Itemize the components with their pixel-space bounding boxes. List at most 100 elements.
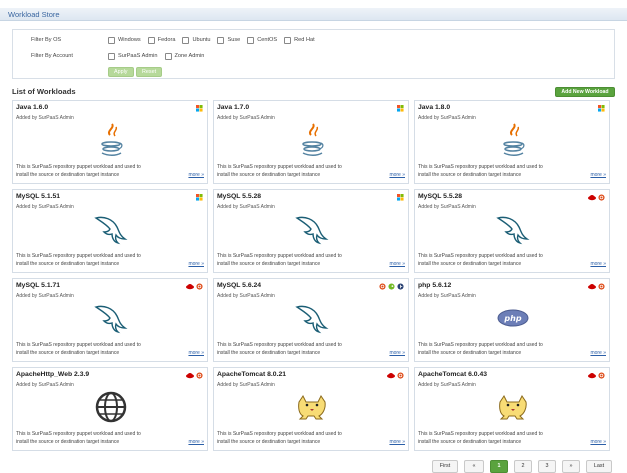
workload-added-by: Added by SurPaaS Admin <box>16 115 74 121</box>
more-link[interactable]: more » <box>590 350 606 356</box>
page-2-button[interactable]: 2 <box>514 460 532 473</box>
checkbox-label: Zone Admin <box>174 53 205 59</box>
os-icons <box>598 105 605 114</box>
ubuntu-icon <box>196 283 203 292</box>
more-link[interactable]: more » <box>389 172 405 178</box>
workload-added-by: Added by SurPaaS Admin <box>16 204 74 210</box>
redhat-icon <box>186 283 194 292</box>
first-page-button[interactable]: First <box>432 460 458 473</box>
more-link[interactable]: more » <box>590 439 606 445</box>
os-filter-option[interactable]: Ubuntu <box>182 36 210 44</box>
workload-card[interactable]: ApacheTomcat 8.0.21 Added by SurPaaS Admi… <box>213 367 409 451</box>
workload-card[interactable]: MySQL 5.1.71 Added by SurPaaS Admin This i… <box>12 278 208 362</box>
workload-description: This is SurPaaS repository puppet worklo… <box>418 252 578 268</box>
more-link[interactable]: more » <box>389 439 405 445</box>
checkbox[interactable] <box>108 52 115 60</box>
next-page-button[interactable]: » <box>562 460 580 473</box>
more-link[interactable]: more » <box>188 350 204 356</box>
svg-text:php: php <box>503 314 521 323</box>
workload-name: MySQL 5.5.28 <box>418 193 463 200</box>
workload-card[interactable]: Java 1.7.0 Added by SurPaaS Admin This is … <box>213 100 409 184</box>
description-line: This is SurPaaS repository puppet worklo… <box>418 342 543 348</box>
checkbox-label: CentOS <box>257 37 278 43</box>
workload-card[interactable]: ApacheTomcat 6.0.43 Added by SurPaaS Admi… <box>414 367 610 451</box>
checkbox-label: SurPaaS Admin <box>118 53 158 59</box>
more-link[interactable]: more » <box>188 172 204 178</box>
workload-added-by: Added by SurPaaS Admin <box>217 115 275 121</box>
workload-description: This is SurPaaS repository puppet worklo… <box>16 341 176 357</box>
checkbox[interactable] <box>147 36 155 44</box>
workload-description: This is SurPaaS repository puppet worklo… <box>16 163 176 179</box>
pagination: First « 1 2 3 » Last <box>432 460 612 473</box>
window-titlebar: Workload Store <box>0 8 627 21</box>
checkbox[interactable] <box>247 36 255 44</box>
checkbox[interactable] <box>217 36 225 44</box>
java-icon <box>91 121 131 159</box>
workload-name: MySQL 5.1.51 <box>16 193 61 200</box>
workload-added-by: Added by SurPaaS Admin <box>418 293 476 299</box>
os-filter-option[interactable]: CentOS <box>247 36 278 44</box>
os-options: Windows Fedora Ubuntu Suse CentOS Red Hat <box>108 36 315 44</box>
apply-button[interactable]: Apply <box>108 67 134 77</box>
os-filter-option[interactable]: Windows <box>108 36 141 44</box>
workload-added-by: Added by SurPaaS Admin <box>418 382 476 388</box>
more-link[interactable]: more » <box>590 172 606 178</box>
description-line: install the source or destination target… <box>217 172 321 178</box>
workload-card[interactable]: ApacheHttp_Web 2.3.9 Added by SurPaaS Adm… <box>12 367 208 451</box>
windows-icon <box>196 105 203 114</box>
prev-page-button[interactable]: « <box>464 460 484 473</box>
workload-card[interactable]: Java 1.8.0 Added by SurPaaS Admin This is … <box>414 100 610 184</box>
os-filter-option[interactable]: Suse <box>217 36 240 44</box>
description-line: install the source or destination target… <box>217 350 321 356</box>
last-page-button[interactable]: Last <box>586 460 612 473</box>
os-filter-option[interactable]: Fedora <box>147 36 175 44</box>
workload-card[interactable]: MySQL 5.6.24 Added by SurPaaS Admin This i… <box>213 278 409 362</box>
redhat-icon <box>387 372 395 381</box>
checkbox-label: Windows <box>118 37 141 43</box>
mysql-dolphin-icon <box>292 210 332 248</box>
checkbox[interactable] <box>284 36 292 44</box>
os-icons <box>588 372 605 381</box>
checkbox[interactable] <box>108 36 115 44</box>
description-line: This is SurPaaS repository puppet worklo… <box>16 431 141 437</box>
page-3-button[interactable]: 3 <box>538 460 556 473</box>
description-line: install the source or destination target… <box>217 261 321 267</box>
workload-description: This is SurPaaS repository puppet worklo… <box>217 163 377 179</box>
description-line: This is SurPaaS repository puppet worklo… <box>217 342 342 348</box>
more-link[interactable]: more » <box>188 261 204 267</box>
windows-icon <box>598 105 605 114</box>
workload-name: php 5.6.12 <box>418 282 452 289</box>
checkbox[interactable] <box>164 52 172 60</box>
checkbox[interactable] <box>182 36 190 44</box>
redhat-icon <box>588 283 596 292</box>
ubuntu-icon <box>598 372 605 381</box>
workload-card[interactable]: MySQL 5.5.28 Added by SurPaaS Admin This i… <box>414 189 610 273</box>
os-icons <box>387 372 404 381</box>
workload-card[interactable]: MySQL 5.1.51 Added by SurPaaS Admin This i… <box>12 189 208 273</box>
description-line: This is SurPaaS repository puppet worklo… <box>16 342 141 348</box>
more-link[interactable]: more » <box>188 439 204 445</box>
mysql-dolphin-icon <box>493 210 533 248</box>
add-new-workload-button[interactable]: Add New Workload <box>555 87 615 97</box>
os-filter-option[interactable]: Red Hat <box>284 36 315 44</box>
more-link[interactable]: more » <box>590 261 606 267</box>
redhat-icon <box>588 194 596 203</box>
page-1-button[interactable]: 1 <box>490 460 508 473</box>
account-filter-row: Filter By Account SurPaaS Admin Zone Admi… <box>13 51 614 61</box>
suse-icon <box>388 283 395 292</box>
account-filter-label: Filter By Account <box>31 53 73 59</box>
workload-card[interactable]: php 5.6.12 Added by SurPaaS Admin php This … <box>414 278 610 362</box>
account-filter-option[interactable]: Zone Admin <box>164 52 205 60</box>
workload-description: This is SurPaaS repository puppet worklo… <box>418 341 578 357</box>
description-line: install the source or destination target… <box>418 261 522 267</box>
reset-button[interactable]: Reset <box>136 67 163 77</box>
workload-card[interactable]: MySQL 5.5.28 Added by SurPaaS Admin This i… <box>213 189 409 273</box>
more-link[interactable]: more » <box>389 261 405 267</box>
more-link[interactable]: more » <box>389 350 405 356</box>
workload-card[interactable]: Java 1.6.0 Added by SurPaaS Admin This is … <box>12 100 208 184</box>
php-icon: php <box>493 299 533 337</box>
account-filter-option[interactable]: SurPaaS Admin <box>108 52 158 60</box>
windows-icon <box>397 105 404 114</box>
os-filter-row: Filter By OS Windows Fedora Ubuntu Suse Cent… <box>13 35 614 45</box>
description-line: This is SurPaaS repository puppet worklo… <box>418 431 543 437</box>
